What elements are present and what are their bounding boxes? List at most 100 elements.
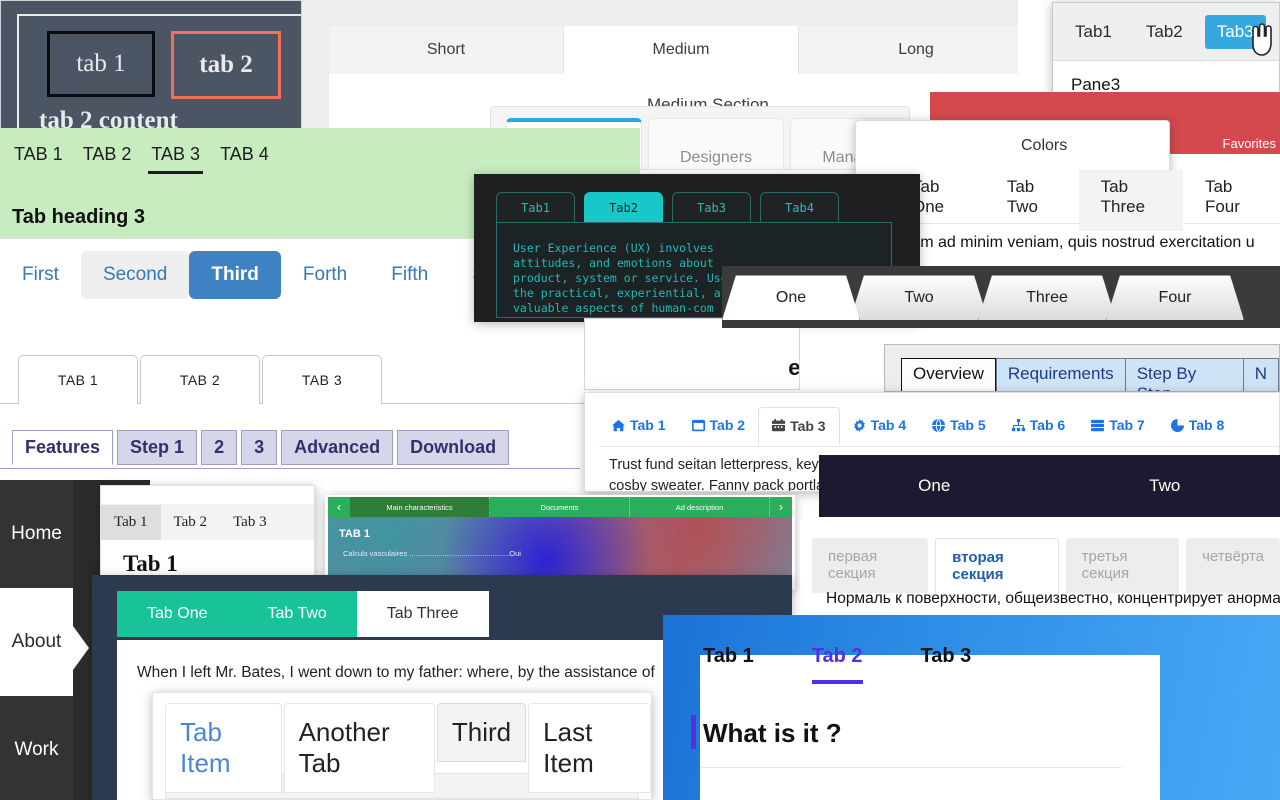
blue-tab-3[interactable]: Tab 3	[921, 645, 972, 684]
slate-tab-1[interactable]: tab 1	[47, 31, 155, 97]
tab-overview[interactable]: Overview	[901, 358, 996, 391]
tab-long[interactable]: Long	[799, 26, 1018, 74]
carousel-prev-icon[interactable]: ‹	[328, 497, 350, 517]
sitemap-icon	[1011, 418, 1025, 432]
tab-item[interactable]: Tab Item	[165, 703, 282, 793]
navy-tab-one[interactable]: One	[819, 455, 1050, 517]
pill-tab-fifth[interactable]: Fifth	[369, 251, 450, 299]
icon-tab-7[interactable]: Tab 7	[1078, 407, 1158, 443]
ru-tab-4[interactable]: четвёрта	[1186, 538, 1280, 593]
pie-chart-icon	[1170, 418, 1184, 432]
cyan-tab-1[interactable]: Tab1	[496, 192, 575, 224]
carousel-next-icon[interactable]: ›	[770, 497, 792, 517]
nav-item-work[interactable]: Work	[0, 696, 73, 800]
green-tab-2[interactable]: TAB 2	[80, 142, 135, 174]
cyan-tab-3[interactable]: Tab3	[672, 192, 751, 224]
item-tablist: Tab Item Another Tab Third Last Item	[165, 703, 651, 793]
icon-tab-1-label: Tab 1	[630, 417, 666, 433]
size-tablist: Short Medium Long	[329, 26, 1018, 74]
cyan-tab-2[interactable]: Tab2	[584, 192, 663, 224]
jq-tab-2[interactable]: Tab2	[1134, 15, 1195, 49]
tab-third[interactable]: Third	[436, 703, 527, 762]
ru-tab-2[interactable]: вторая секция	[935, 538, 1059, 593]
tab-step-2[interactable]: 2	[201, 430, 238, 465]
icon-tab-6[interactable]: Tab 6	[999, 407, 1079, 443]
carousel-tab-main[interactable]: Main characteristics	[350, 497, 490, 517]
nav-item-home[interactable]: Home	[0, 480, 73, 588]
tab-step-by-step[interactable]: Step By Step	[1124, 358, 1243, 391]
tab-designers[interactable]: Designers	[648, 118, 784, 169]
ru-tab-3[interactable]: третья секция	[1065, 538, 1180, 593]
tab-advanced[interactable]: Advanced	[281, 430, 394, 465]
tab-download[interactable]: Download	[397, 430, 510, 465]
green-tab-4[interactable]: TAB 4	[217, 142, 272, 174]
cyan-tab-4[interactable]: Tab4	[760, 192, 839, 224]
blue-tab-1[interactable]: Tab 1	[703, 645, 754, 684]
overview-tabs-widget: Overview Requirements Step By Step N	[884, 344, 1280, 392]
tab-last-item[interactable]: Last Item	[528, 703, 651, 793]
icon-tab-3-label: Tab 3	[790, 417, 826, 434]
blue-heading-accent	[691, 715, 696, 749]
jq-tab-1[interactable]: Tab1	[1063, 15, 1124, 49]
skeuo-tab-one[interactable]: One	[722, 275, 860, 320]
icon-tab-8[interactable]: Tab 8	[1158, 407, 1238, 443]
teal-tab-three[interactable]: Tab Three	[356, 591, 489, 637]
russian-tabs-widget: первая секция вторая секция третья секци…	[800, 520, 1280, 620]
nav-item-about[interactable]: About	[0, 588, 73, 696]
gear-icon	[853, 418, 866, 432]
icon-tab-4[interactable]: Tab 4	[840, 407, 920, 443]
blue-tab-2[interactable]: Tab 2	[811, 645, 863, 684]
globe-icon	[932, 418, 946, 432]
tab-short[interactable]: Short	[329, 26, 564, 74]
ru-tab-1[interactable]: первая секция	[812, 538, 929, 593]
green-tab-heading: Tab heading 3	[12, 206, 145, 228]
tab-step-3[interactable]: 3	[241, 430, 278, 465]
skeuo-tab-two[interactable]: Two	[850, 275, 988, 320]
teal-tab-one[interactable]: Tab One	[117, 591, 238, 637]
icon-tab-1[interactable]: Tab 1	[599, 407, 679, 443]
icon-tab-3[interactable]: Tab 3	[758, 406, 840, 445]
serif-tab-2[interactable]: Tab 2	[161, 505, 221, 540]
carousel-panel-title: TAB 1	[339, 528, 370, 540]
green-tab-1[interactable]: TAB 1	[11, 142, 66, 174]
pill-tab-first[interactable]: First	[0, 251, 81, 299]
pill-tab-second[interactable]: Second	[80, 251, 190, 299]
outline-tab-1[interactable]: TAB 1	[18, 355, 138, 404]
blue-heading: What is it ?	[703, 718, 842, 748]
server-icon	[1091, 419, 1105, 432]
tabone-tab-three[interactable]: Tab Three	[1078, 170, 1183, 231]
icon-tab-7-label: Tab 7	[1109, 417, 1145, 433]
icon-tab-2[interactable]: Tab 2	[679, 407, 759, 443]
favorites-label[interactable]: Favorites	[1223, 136, 1280, 151]
outline-tab-3[interactable]: TAB 3	[262, 355, 382, 404]
teal-tab-two[interactable]: Tab Two	[237, 591, 357, 637]
icon-tab-5[interactable]: Tab 5	[919, 407, 999, 443]
navy-tab-two[interactable]: Two	[1050, 455, 1280, 517]
item-tabs-widget: Tab Item Another Tab Third Last Item	[152, 692, 652, 800]
tab-features[interactable]: Features	[12, 430, 114, 465]
tabone-tab-four[interactable]: Tab Four	[1183, 170, 1280, 231]
carousel-panel-line: Calculs vasculaires ....................…	[343, 549, 521, 558]
serif-tab-1[interactable]: Tab 1	[101, 504, 161, 540]
outline-tab-2[interactable]: TAB 2	[140, 355, 260, 404]
icon-tab-2-label: Tab 2	[709, 417, 746, 433]
skeuo-tab-three[interactable]: Three	[978, 275, 1116, 320]
pill-tab-forth[interactable]: Forth	[281, 251, 369, 299]
carousel-tab-ad-description[interactable]: Ad description	[630, 497, 770, 517]
tab-requirements[interactable]: Requirements	[995, 358, 1125, 391]
icon-tab-4-label: Tab 4	[870, 417, 907, 433]
slate-tab-2[interactable]: tab 2	[171, 31, 281, 99]
tab-medium[interactable]: Medium	[564, 26, 799, 74]
tab-n-truncated[interactable]: N	[1242, 358, 1279, 391]
features-tabs-widget: Features Step 1 2 3 Advanced Download	[0, 420, 580, 480]
tab-another[interactable]: Another Tab	[283, 703, 435, 793]
pill-tab-third[interactable]: Third	[189, 251, 281, 299]
tabone-tab-two[interactable]: Tab Two	[985, 170, 1079, 231]
green-tab-3[interactable]: TAB 3	[148, 142, 204, 174]
tab-step-1[interactable]: Step 1	[117, 430, 198, 465]
carousel-tab-documents[interactable]: Documents	[490, 497, 630, 517]
skeuo-tab-four[interactable]: Four	[1106, 275, 1244, 320]
vertical-nav-list: Home About Work	[0, 480, 73, 800]
colors-label[interactable]: Colors	[1021, 137, 1067, 155]
serif-tab-3[interactable]: Tab 3	[220, 505, 280, 540]
